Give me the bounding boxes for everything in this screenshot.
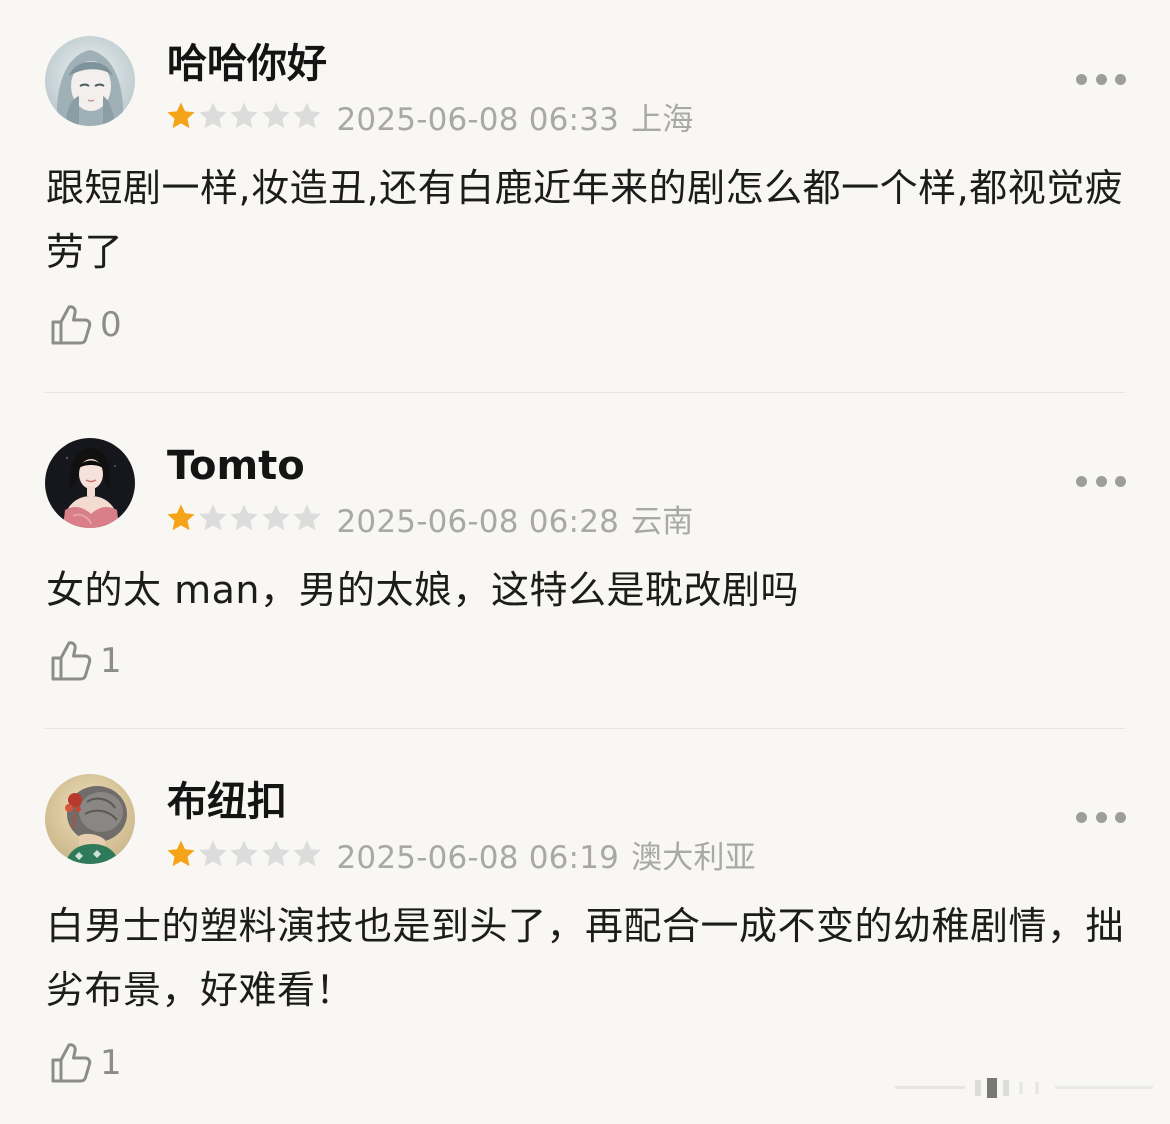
thumbs-up-icon xyxy=(51,305,92,345)
avatar[interactable] xyxy=(45,438,135,528)
star-filled-icon xyxy=(167,840,195,867)
username[interactable]: 布纽扣 xyxy=(167,778,287,826)
more-dot-icon xyxy=(1115,73,1126,85)
review-meta-text: 2025-06-08 06:28 云南 xyxy=(337,496,694,541)
more-dot-icon xyxy=(1076,811,1087,823)
more-dot-icon xyxy=(1115,811,1126,823)
star-rating xyxy=(165,502,323,534)
username[interactable]: Tomto xyxy=(167,442,305,490)
more-options-button[interactable] xyxy=(1076,805,1126,829)
review-meta-text: 2025-06-08 06:33 上海 xyxy=(337,94,694,139)
thumbs-up-icon xyxy=(51,641,92,681)
more-options-button[interactable] xyxy=(1076,67,1126,91)
review-location: 澳大利亚 xyxy=(631,839,756,876)
star-empty-icon xyxy=(293,504,321,531)
review-location: 上海 xyxy=(631,101,694,138)
star-rating xyxy=(165,100,323,132)
avatar[interactable] xyxy=(45,36,135,126)
star-empty-icon xyxy=(198,504,227,531)
review-location: 云南 xyxy=(631,503,694,540)
like-button[interactable]: 0 xyxy=(48,302,122,348)
review-content: 女的太 man，男的太娘，这特么是耽改剧吗 xyxy=(46,568,799,612)
review-meta-text: 2025-06-08 06:19 澳大利亚 xyxy=(337,832,756,877)
review-meta: 2025-06-08 06:33 上海 xyxy=(165,94,694,139)
star-rating xyxy=(165,838,323,870)
like-count: 0 xyxy=(100,305,122,345)
star-empty-icon xyxy=(230,102,258,129)
star-empty-icon xyxy=(261,840,290,867)
review-timestamp: 2025-06-08 06:19 xyxy=(336,839,620,876)
hair-bun-avatar-icon xyxy=(45,774,135,864)
star-empty-icon xyxy=(198,840,227,867)
review-meta: 2025-06-08 06:19 澳大利亚 xyxy=(165,832,756,877)
more-dot-icon xyxy=(1095,811,1107,823)
star-empty-icon xyxy=(293,840,321,867)
review-meta: 2025-06-08 06:28 云南 xyxy=(165,496,694,541)
star-empty-icon xyxy=(293,102,321,129)
star-filled-icon xyxy=(167,102,195,129)
star-filled-icon xyxy=(167,504,195,531)
star-empty-icon xyxy=(261,102,290,129)
like-button[interactable]: 1 xyxy=(48,638,122,684)
more-dot-icon xyxy=(1095,475,1107,487)
review-content: 跟短剧一样,妆造丑,还有白鹿近年来的剧怎么都一个样,都视觉疲劳了 xyxy=(46,166,1124,274)
star-empty-icon xyxy=(230,840,258,867)
more-dot-icon xyxy=(1095,73,1107,85)
star-empty-icon xyxy=(198,102,227,129)
anime-girl-avatar-icon xyxy=(45,36,135,126)
like-button[interactable]: 1 xyxy=(48,1040,122,1086)
review-timestamp: 2025-06-08 06:28 xyxy=(336,503,620,540)
divider xyxy=(45,392,1125,393)
woman-portrait-avatar-icon xyxy=(45,438,135,528)
review-content: 白男士的塑料演技也是到头了，再配合一成不变的幼稚剧情，拙劣布景，好难看！ xyxy=(46,904,1125,1012)
star-empty-icon xyxy=(230,504,258,531)
review-timestamp: 2025-06-08 06:33 xyxy=(336,101,620,138)
divider xyxy=(45,728,1125,729)
more-dot-icon xyxy=(1076,475,1087,487)
avatar[interactable] xyxy=(45,774,135,864)
thumbs-up-icon xyxy=(51,1043,92,1083)
watermark-bar-icon xyxy=(895,1078,1153,1098)
username[interactable]: 哈哈你好 xyxy=(167,40,327,88)
like-count: 1 xyxy=(100,641,122,681)
more-dot-icon xyxy=(1076,73,1087,85)
more-dot-icon xyxy=(1115,475,1126,487)
star-empty-icon xyxy=(261,504,290,531)
more-options-button[interactable] xyxy=(1076,469,1126,493)
like-count: 1 xyxy=(100,1043,122,1083)
